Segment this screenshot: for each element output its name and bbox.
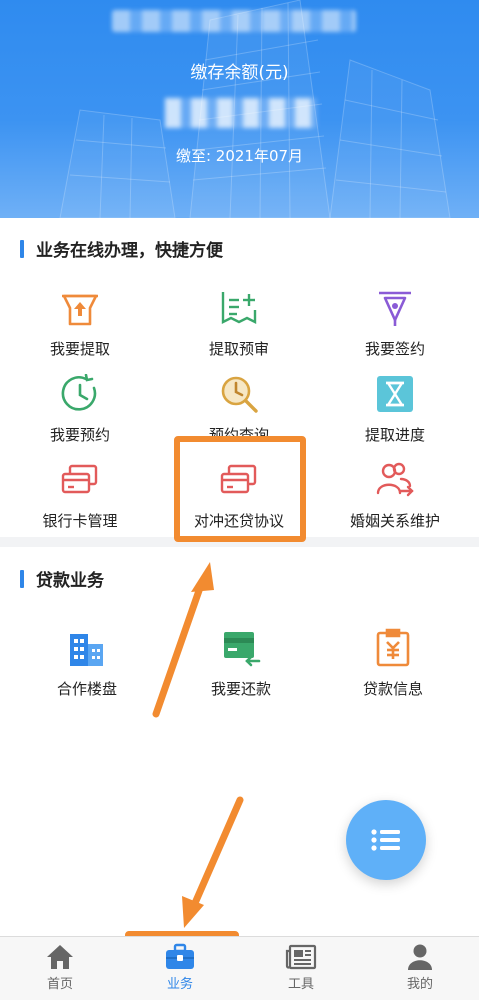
service-label: 提取预审 [208,340,269,358]
service-label: 我要预约 [49,426,110,444]
withdraw-tray-icon [58,286,102,330]
tab-label: 我的 [406,977,433,992]
blurred-account-name [112,10,356,32]
tab-business[interactable]: 业务 [140,943,220,992]
fountain-pen-icon [373,286,417,330]
service-withdraw-precheck[interactable]: 提取预审 [164,286,314,359]
service-appointment-query[interactable]: 预约查询 [164,372,314,445]
highlight-box-offset-agreement [174,436,306,542]
repay-card-icon [219,626,263,670]
blurred-balance-amount [165,98,317,128]
newspaper-icon [285,944,317,970]
checklist-icon [217,286,261,330]
loan-services-title: 贷款业务 [20,566,104,591]
person-icon [408,944,432,970]
service-label: 婚姻关系维护 [349,512,440,530]
service-label: 提取进度 [364,426,425,444]
clock-icon [58,372,102,416]
service-bank-card-management[interactable]: 银行卡管理 [5,458,155,531]
service-label: 贷款信息 [362,680,423,698]
list-icon [371,829,400,851]
arrow-down-head [182,896,204,928]
tab-label: 首页 [46,977,73,992]
arrow-down-line [188,796,244,914]
service-withdraw-progress[interactable]: 提取进度 [320,372,470,445]
loan-info[interactable]: 贷款信息 [318,626,468,699]
service-sign-contract[interactable]: 我要签约 [320,286,470,359]
service-withdraw[interactable]: 我要提取 [5,286,155,359]
tab-tools[interactable]: 工具 [261,943,341,992]
briefcase-icon [166,943,194,969]
service-label: 银行卡管理 [42,512,118,530]
section-title-text: 贷款业务 [36,571,104,591]
tab-home[interactable]: 首页 [20,943,100,992]
yuan-document-icon [371,626,415,670]
account-header: 缴存余额(元) 缴至: 2021年07月 [0,0,479,218]
service-label: 我要提取 [49,340,110,358]
hourglass-icon [373,372,417,416]
service-label: 我要还款 [210,680,271,698]
section-accent-bar [20,569,24,588]
arrow-up-head [191,562,214,592]
service-appointment[interactable]: 我要预约 [5,372,155,445]
menu-fab-button[interactable] [346,800,426,880]
bottom-tab-bar: 首页 业务 工具 我的 [0,936,479,1000]
tab-label: 业务 [166,977,193,992]
paid-until-text: 缴至: 2021年07月 [175,147,304,165]
home-icon [47,945,73,969]
users-arrow-icon [373,458,417,502]
tab-mine[interactable]: 我的 [380,943,460,992]
service-marriage-maintenance[interactable]: 婚姻关系维护 [320,458,470,531]
magnify-clock-icon [217,372,261,416]
section-title-text: 业务在线办理，快捷方便 [36,241,223,261]
service-label: 合作楼盘 [56,680,117,698]
online-services-title: 业务在线办理，快捷方便 [20,236,223,261]
building-icon [65,626,109,670]
loan-partner-properties[interactable]: 合作楼盘 [12,626,162,699]
loan-repay[interactable]: 我要还款 [166,626,316,699]
balance-label: 缴存余额(元) [190,63,289,83]
service-label: 我要签约 [364,340,425,358]
section-accent-bar [20,239,24,258]
bank-card-icon [58,458,102,502]
tab-label: 工具 [287,977,314,992]
